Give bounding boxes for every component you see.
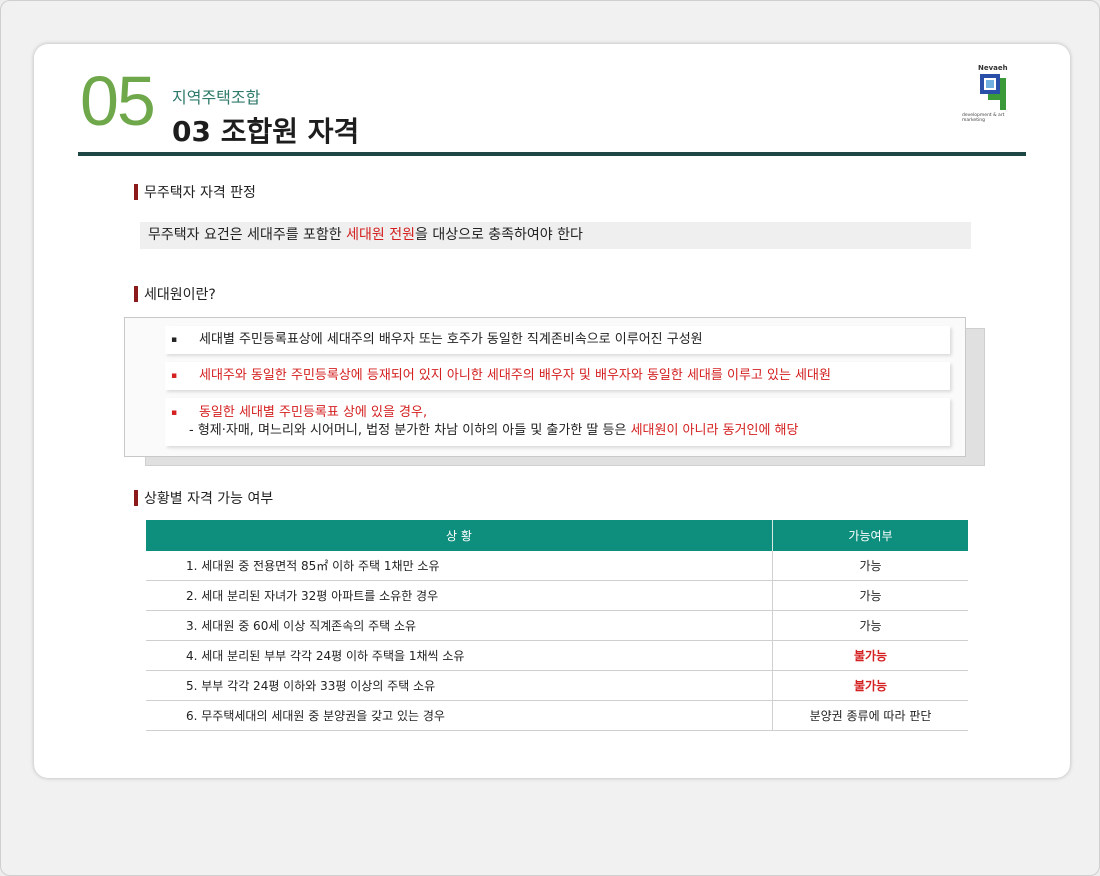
statement-text-end: 을 대상으로 충족하여야 한다	[414, 227, 583, 243]
table-row: 6. 무주택세대의 세대원 중 분양권을 갖고 있는 경우 분양권 종류에 따라…	[146, 700, 968, 731]
section-number: 05	[80, 62, 156, 140]
heading-marker	[134, 490, 138, 506]
section-heading-text: 상황별 자격 가능 여부	[144, 491, 274, 507]
table-row: 1. 세대원 중 전용면적 85㎡ 이하 주택 1채만 소유 가능	[146, 551, 968, 581]
statement-highlight: 세대원 전원	[346, 227, 415, 243]
logo-brand-text: Nevaeh	[978, 64, 1008, 72]
result-cell: 분양권 종류에 따라 판단	[772, 700, 968, 731]
result-cell: 불가능	[772, 670, 968, 701]
definition-text: 세대별 주민등록표상에 세대주의 배우자 또는 호주가 동일한 직계존비속으로 …	[199, 332, 703, 347]
situation-cell: 6. 무주택세대의 세대원 중 분양권을 갖고 있는 경우	[146, 700, 773, 731]
definition-subtext: - 형제·자매, 며느리와 시어머니, 법정 분가한 차남 이하의 아들 및 출…	[189, 420, 798, 442]
table-row: 5. 부부 각각 24평 이하와 33평 이상의 주택 소유 불가능	[146, 670, 968, 701]
situation-cell: 1. 세대원 중 전용면적 85㎡ 이하 주택 1채만 소유	[146, 551, 773, 581]
homeless-statement: 무주택자 요건은 세대주를 포함한 세대원 전원을 대상으로 충족하여야 한다	[140, 222, 971, 249]
result-cell: 불가능	[772, 640, 968, 671]
table-row: 3. 세대원 중 60세 이상 직계존속의 주택 소유 가능	[146, 610, 968, 641]
definition-item: ▪ 세대주와 동일한 주민등록상에 등재되어 있지 아니한 세대주의 배우자 및…	[165, 362, 950, 390]
section-heading-homeless: 무주택자 자격 판정	[134, 184, 256, 202]
situation-cell: 2. 세대 분리된 자녀가 32평 아파트를 소유한 경우	[146, 580, 773, 611]
page-subtitle: 지역주택조합	[172, 88, 261, 107]
eligibility-table: 상 황 가능여부 1. 세대원 중 전용면적 85㎡ 이하 주택 1채만 소유 …	[146, 520, 968, 731]
bullet-icon: ▪	[171, 335, 178, 345]
slide: 05 지역주택조합 03 조합원 자격 Nevaeh development &…	[34, 44, 1070, 778]
subtext-plain: - 형제·자매, 며느리와 시어머니, 법정 분가한 차남 이하의 아들 및 출…	[189, 423, 631, 438]
result-cell: 가능	[772, 580, 968, 611]
statement-text: 무주택자 요건은 세대주를 포함한	[148, 227, 347, 243]
column-header-result: 가능여부	[772, 520, 968, 551]
column-header-situation: 상 황	[146, 520, 773, 551]
result-cell: 가능	[772, 610, 968, 641]
heading-marker	[134, 184, 138, 200]
situation-cell: 4. 세대 분리된 부부 각각 24평 이하 주택을 1채씩 소유	[146, 640, 773, 671]
logo-tagline: development & art marketing	[962, 113, 1005, 123]
heading-marker	[134, 286, 138, 302]
company-logo: Nevaeh development & art marketing	[962, 64, 1018, 126]
definition-item: ▪ 동일한 세대별 주민등록표 상에 있을 경우, - 형제·자매, 며느리와 …	[165, 398, 950, 446]
definition-item: ▪ 세대별 주민등록표상에 세대주의 배우자 또는 호주가 동일한 직계존비속으…	[165, 326, 950, 354]
definition-box: ▪ 세대별 주민등록표상에 세대주의 배우자 또는 호주가 동일한 직계존비속으…	[124, 317, 966, 457]
situation-cell: 3. 세대원 중 60세 이상 직계존속의 주택 소유	[146, 610, 773, 641]
logo-mark-icon	[980, 74, 1006, 110]
table-row: 4. 세대 분리된 부부 각각 24평 이하 주택을 1채씩 소유 불가능	[146, 640, 968, 671]
subtext-highlight: 세대원이 아니라 동거인에 해당	[630, 423, 799, 438]
table-row: 2. 세대 분리된 자녀가 32평 아파트를 소유한 경우 가능	[146, 580, 968, 611]
section-heading-text: 세대원이란?	[144, 287, 216, 303]
title-divider	[78, 152, 1026, 156]
page-title: 03 조합원 자격	[172, 115, 360, 148]
bullet-icon: ▪	[171, 371, 178, 381]
result-cell: 가능	[772, 551, 968, 581]
bullet-icon: ▪	[171, 408, 178, 418]
section-heading-eligibility: 상황별 자격 가능 여부	[134, 490, 273, 508]
section-heading-household-member: 세대원이란?	[134, 286, 216, 304]
table-header-row: 상 황 가능여부	[146, 520, 968, 551]
definition-text: 세대주와 동일한 주민등록상에 등재되어 있지 아니한 세대주의 배우자 및 배…	[199, 368, 831, 383]
section-heading-text: 무주택자 자격 판정	[144, 185, 256, 201]
situation-cell: 5. 부부 각각 24평 이하와 33평 이상의 주택 소유	[146, 670, 773, 701]
